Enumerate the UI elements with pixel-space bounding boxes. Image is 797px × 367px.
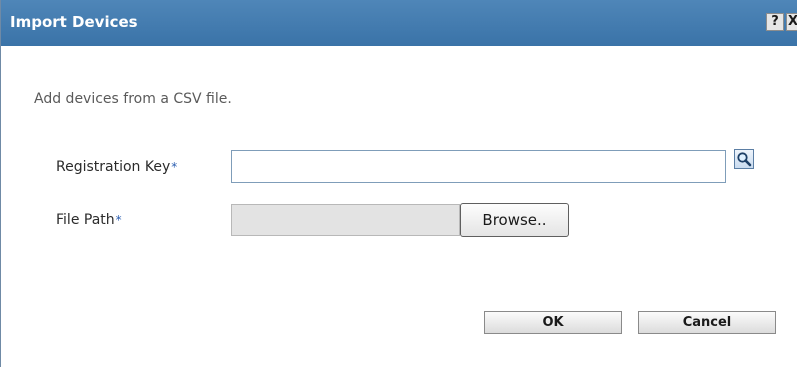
import-devices-dialog: Import Devices ? X Add devices from a CS…: [0, 0, 797, 367]
ok-button[interactable]: OK: [484, 311, 622, 334]
required-marker: *: [171, 160, 178, 174]
magnifier-icon: [737, 152, 752, 167]
registration-key-lookup-button[interactable]: [734, 149, 754, 169]
dialog-titlebar: Import Devices ? X: [1, 0, 797, 46]
file-path-input[interactable]: [231, 204, 460, 236]
dialog-description: Add devices from a CSV file.: [34, 91, 232, 107]
dialog-title: Import Devices: [10, 13, 138, 31]
registration-key-input[interactable]: [231, 150, 726, 183]
cancel-button[interactable]: Cancel: [638, 311, 776, 334]
required-marker: *: [115, 213, 122, 227]
file-path-label-text: File Path: [56, 212, 115, 228]
registration-key-label: Registration Key*: [56, 158, 177, 176]
browse-button[interactable]: Browse..: [460, 203, 569, 237]
registration-key-label-text: Registration Key: [56, 159, 171, 175]
close-button[interactable]: X: [786, 13, 797, 31]
help-button[interactable]: ?: [766, 13, 784, 31]
file-path-label: File Path*: [56, 211, 122, 229]
